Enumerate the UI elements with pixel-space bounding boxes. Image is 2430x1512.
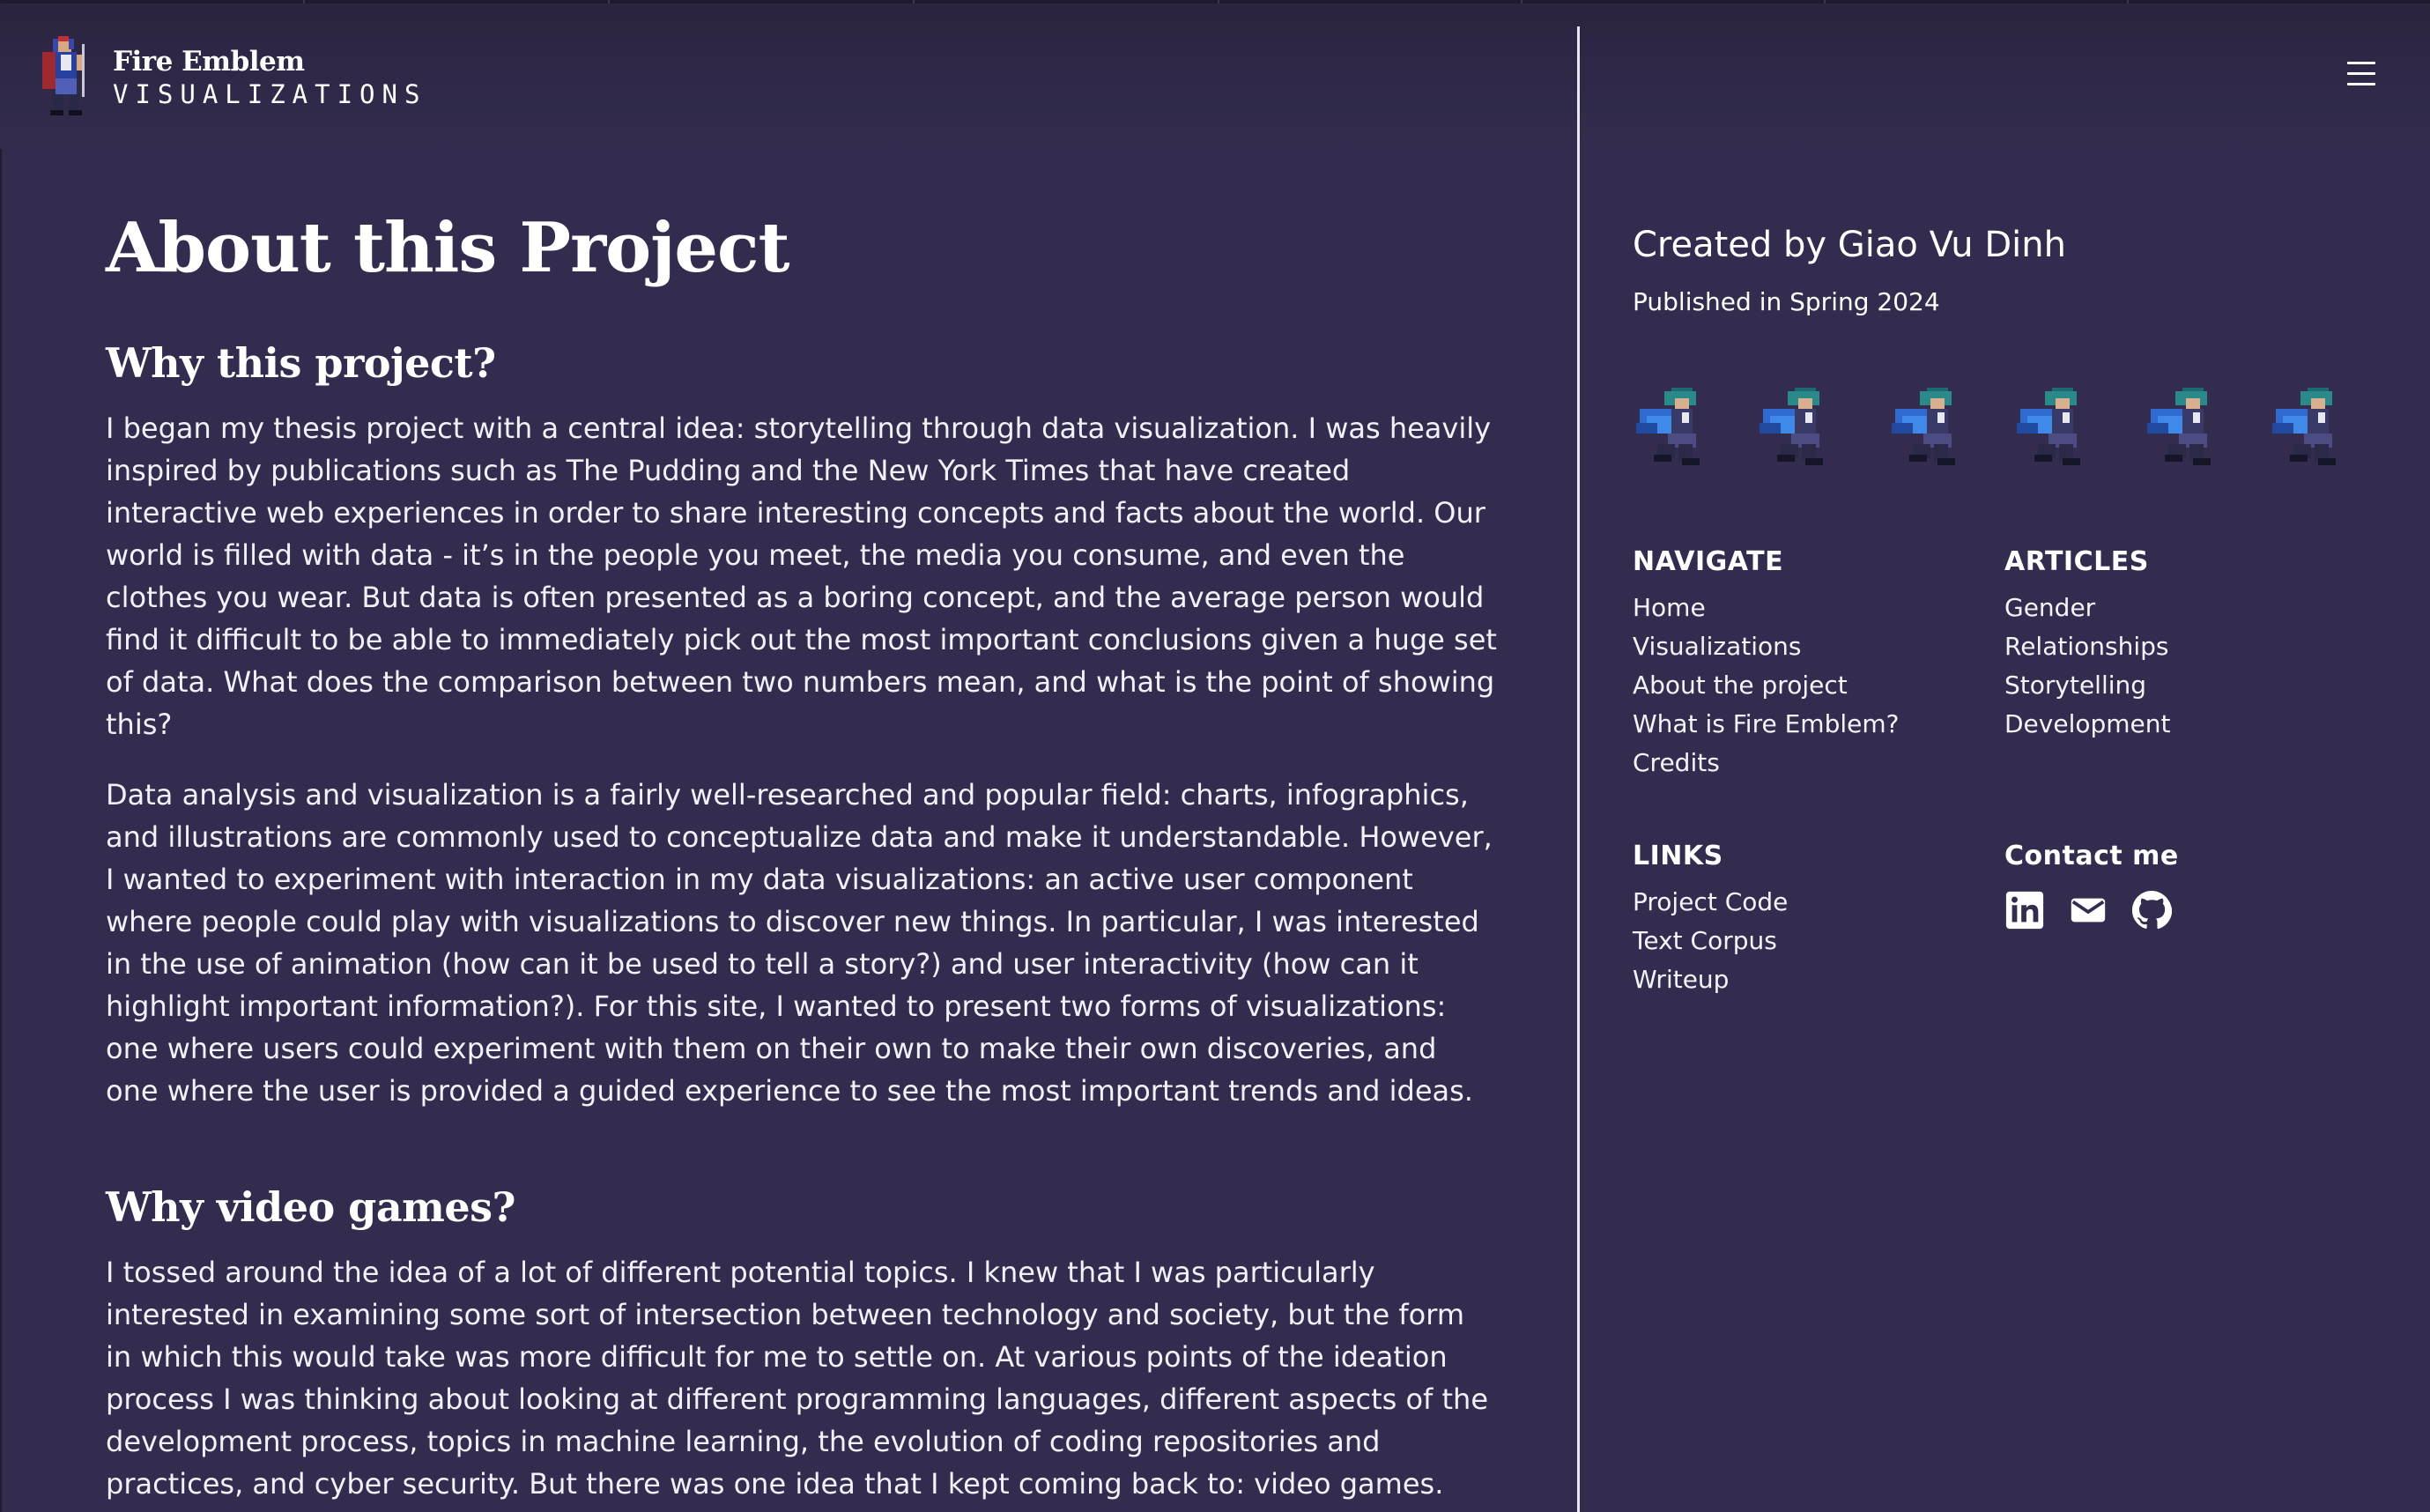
character-sprite-icon [1636,388,1700,465]
character-sprite-icon [2147,388,2211,465]
articles-section: ARTICLES Gender Relationships Storytelli… [2004,545,2171,744]
article-link-storytelling[interactable]: Storytelling [2004,666,2171,705]
github-icon[interactable] [2131,890,2173,930]
paragraph: Data analysis and visualization is a fai… [106,778,1493,1108]
character-sprite-icon [1892,388,1955,465]
section-heading-why-video-games: Why video games? [106,1183,515,1231]
logo-title: Fire Emblem [113,46,305,78]
sidebar-divider [1577,26,1580,1512]
contact-section: Contact me [2004,839,2179,930]
character-sprite-icon [2272,388,2336,465]
character-sprite-icon [2017,388,2080,465]
nav-link-visualizations[interactable]: Visualizations [1633,627,1900,666]
navigate-section: NAVIGATE Home Visualizations About the p… [1633,545,1900,782]
site-logo[interactable]: Fire Emblem VISUALIZATIONS [33,33,426,118]
paragraph: I began my thesis project with a central… [106,411,1497,741]
mail-icon[interactable] [2068,890,2108,930]
logo-text: Fire Emblem VISUALIZATIONS [113,46,426,109]
links-section: LINKS Project Code Text Corpus Writeup [1633,839,1788,999]
sidebar: Created by Giao Vu Dinh Published in Spr… [1633,220,2390,994]
nav-link-about[interactable]: About the project [1633,666,1900,705]
window-left-edge [0,0,2,1512]
character-logo-icon [42,36,85,115]
character-sprite-row [1633,384,2355,472]
article-link-development[interactable]: Development [2004,705,2171,744]
navigate-heading: NAVIGATE [1633,546,1784,577]
hamburger-menu-icon[interactable] [2342,55,2381,93]
logo-subtitle: VISUALIZATIONS [113,79,427,109]
section-heading-why-project: Why this project? [106,339,496,387]
character-sprite-icon [1760,388,1823,465]
link-project-code[interactable]: Project Code [1633,883,1788,922]
publish-date: Published in Spring 2024 [1633,287,1940,316]
nav-link-home[interactable]: Home [1633,589,1900,627]
nav-link-what-is-fire-emblem[interactable]: What is Fire Emblem? [1633,705,1900,744]
site-header: Fire Emblem VISUALIZATIONS [0,4,2430,149]
articles-heading: ARTICLES [2004,546,2149,577]
link-text-corpus[interactable]: Text Corpus [1633,922,1788,960]
page-title: About this Project [106,208,790,288]
linkedin-icon[interactable] [2004,890,2045,930]
main-content: About this Project Why this project? I b… [106,204,1498,1505]
nav-link-credits[interactable]: Credits [1633,744,1900,782]
contact-heading: Contact me [2004,841,2179,871]
links-heading: LINKS [1633,841,1723,871]
author-credit: Created by Giao Vu Dinh [1633,225,2066,265]
paragraph: I tossed around the idea of a lot of dif… [106,1256,1488,1501]
article-link-gender[interactable]: Gender [2004,589,2171,627]
link-writeup[interactable]: Writeup [1633,960,1788,999]
article-link-relationships[interactable]: Relationships [2004,627,2171,666]
